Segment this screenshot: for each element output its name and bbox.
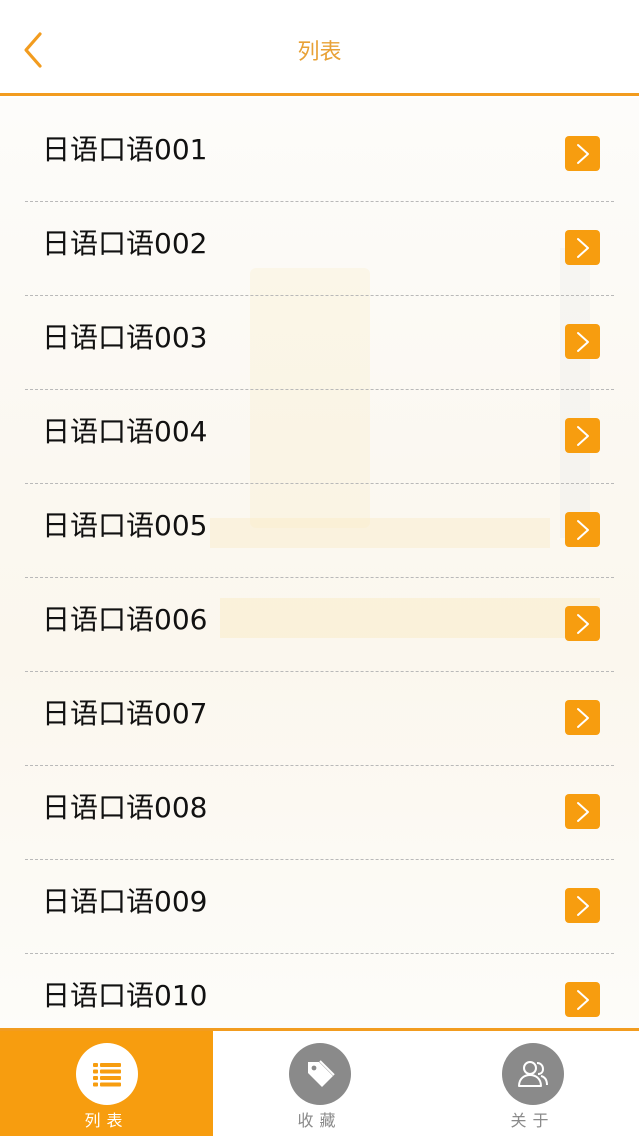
- chevron-right-icon: [577, 614, 589, 634]
- list-item-label: 日语口语003: [42, 321, 208, 354]
- chevron-right-icon: [577, 238, 589, 258]
- list-item[interactable]: 日语口语010: [0, 944, 639, 1038]
- tab-list[interactable]: 列表: [0, 1031, 213, 1136]
- tab-icon-circle: [289, 1043, 351, 1105]
- chevron-right-icon: [577, 520, 589, 540]
- tab-label: 关于: [510, 1111, 555, 1130]
- tag-icon: [308, 1060, 335, 1087]
- list-item-label: 日语口语005: [42, 509, 208, 542]
- list-item[interactable]: 日语口语003: [0, 286, 639, 390]
- list-item-label: 日语口语004: [42, 415, 208, 448]
- open-button[interactable]: [565, 324, 600, 359]
- list-item[interactable]: 日语口语004: [0, 380, 639, 484]
- top-bar: 列表: [0, 0, 639, 96]
- list-icon: [93, 1063, 121, 1087]
- list-item-label: 日语口语001: [42, 133, 208, 166]
- chevron-right-icon: [577, 896, 589, 916]
- list-item[interactable]: 日语口语009: [0, 850, 639, 954]
- list-item[interactable]: 日语口语006: [0, 568, 639, 672]
- chevron-right-icon: [577, 708, 589, 728]
- list-item[interactable]: 日语口语007: [0, 662, 639, 766]
- open-button[interactable]: [565, 230, 600, 265]
- chevron-right-icon: [577, 144, 589, 164]
- tab-label: 收藏: [297, 1111, 342, 1130]
- chevron-right-icon: [577, 332, 589, 352]
- chevron-right-icon: [577, 990, 589, 1010]
- tab-label: 列表: [84, 1111, 129, 1130]
- list-item-label: 日语口语009: [42, 885, 208, 918]
- list-item[interactable]: 日语口语005: [0, 474, 639, 578]
- users-icon: [518, 1061, 548, 1087]
- open-button[interactable]: [565, 606, 600, 641]
- open-button[interactable]: [565, 794, 600, 829]
- list-item-label: 日语口语002: [42, 227, 208, 260]
- tab-icon-circle: [76, 1043, 138, 1105]
- chevron-right-icon: [577, 802, 589, 822]
- list-item-label: 日语口语010: [42, 979, 208, 1012]
- open-button[interactable]: [565, 136, 600, 171]
- open-button[interactable]: [565, 418, 600, 453]
- lesson-list: 日语口语001 日语口语002 日语口语003 日语口语004 日语口语005 …: [0, 98, 639, 1038]
- chevron-right-icon: [577, 426, 589, 446]
- open-button[interactable]: [565, 700, 600, 735]
- list-item-label: 日语口语007: [42, 697, 208, 730]
- list-item[interactable]: 日语口语008: [0, 756, 639, 860]
- tab-favorites[interactable]: 收藏: [213, 1031, 426, 1136]
- list-item-label: 日语口语008: [42, 791, 208, 824]
- list-item[interactable]: 日语口语002: [0, 192, 639, 296]
- open-button[interactable]: [565, 512, 600, 547]
- list-item[interactable]: 日语口语001: [0, 98, 639, 202]
- open-button[interactable]: [565, 982, 600, 1017]
- tab-about[interactable]: 关于: [426, 1031, 639, 1136]
- bottom-tab-bar: 列表 收藏 关于: [0, 1028, 639, 1136]
- tab-icon-circle: [502, 1043, 564, 1105]
- page-title: 列表: [297, 40, 342, 65]
- list-item-label: 日语口语006: [42, 603, 208, 636]
- open-button[interactable]: [565, 888, 600, 923]
